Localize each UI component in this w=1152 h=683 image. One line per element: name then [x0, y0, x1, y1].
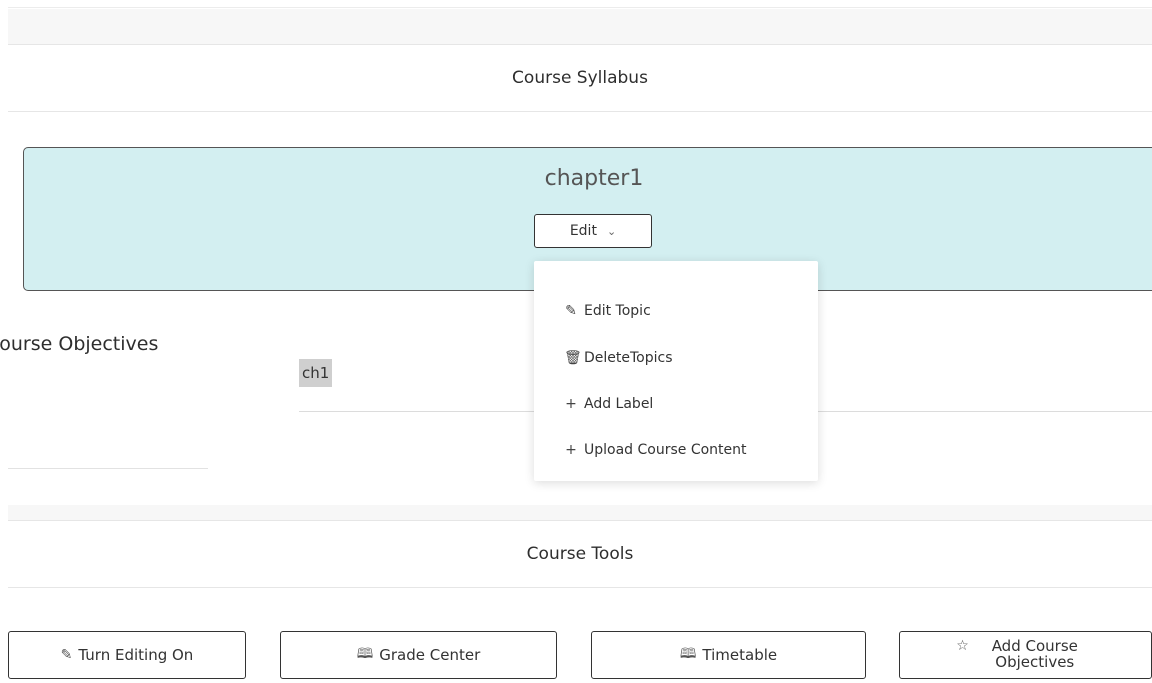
- section-gap: [8, 9, 1152, 44]
- trash-icon: 🗑: [564, 350, 582, 366]
- turn-editing-on-button[interactable]: ✎ Turn Editing On: [8, 631, 246, 679]
- menu-item-label: Edit Topic: [584, 303, 651, 319]
- menu-item-upload-course-content[interactable]: + Upload Course Content: [564, 442, 747, 458]
- button-label: Timetable: [702, 646, 778, 664]
- syllabus-heading: Course Syllabus: [8, 44, 1152, 112]
- edit-icon: ✎: [60, 647, 73, 663]
- menu-item-label: Upload Course Content: [584, 442, 747, 458]
- edit-icon: ✎: [565, 303, 577, 319]
- book-icon: 🕮: [356, 646, 374, 662]
- add-course-objectives-button[interactable]: ☆ Add Course Objectives: [899, 631, 1152, 679]
- top-strip: [8, 0, 1152, 8]
- menu-item-label: Add Label: [584, 396, 654, 412]
- tools-heading: Course Tools: [8, 520, 1152, 588]
- objectives-heading: Course Objectives: [0, 333, 159, 355]
- edit-button-label: Edit: [569, 223, 597, 239]
- button-label: Grade Center: [379, 646, 481, 664]
- menu-item-label: DeleteTopics: [584, 350, 673, 366]
- section-gap: [8, 505, 1152, 520]
- button-label: Turn Editing On: [78, 646, 194, 664]
- menu-item-edit-topic[interactable]: ✎ Edit Topic: [564, 303, 651, 319]
- divider: [8, 468, 208, 469]
- button-label: Add Course Objectives: [991, 637, 1078, 671]
- book-icon: 🕮: [679, 646, 697, 662]
- menu-item-delete-topics[interactable]: 🗑 DeleteTopics: [564, 350, 673, 366]
- menu-item-add-label[interactable]: + Add Label: [564, 396, 653, 412]
- plus-icon: +: [565, 442, 577, 458]
- timetable-button[interactable]: 🕮 Timetable: [591, 631, 866, 679]
- star-icon: ☆: [956, 638, 969, 654]
- objective-item[interactable]: ch1: [299, 359, 333, 387]
- plus-icon: +: [565, 396, 577, 412]
- edit-dropdown-menu: ✎ Edit Topic 🗑 DeleteTopics + Add Label …: [534, 261, 818, 481]
- chevron-down-icon: ⌄: [606, 224, 617, 238]
- chapter-title: chapter1: [544, 166, 644, 191]
- grade-center-button[interactable]: 🕮 Grade Center: [280, 631, 557, 679]
- edit-dropdown-button[interactable]: Edit ⌄: [534, 214, 652, 248]
